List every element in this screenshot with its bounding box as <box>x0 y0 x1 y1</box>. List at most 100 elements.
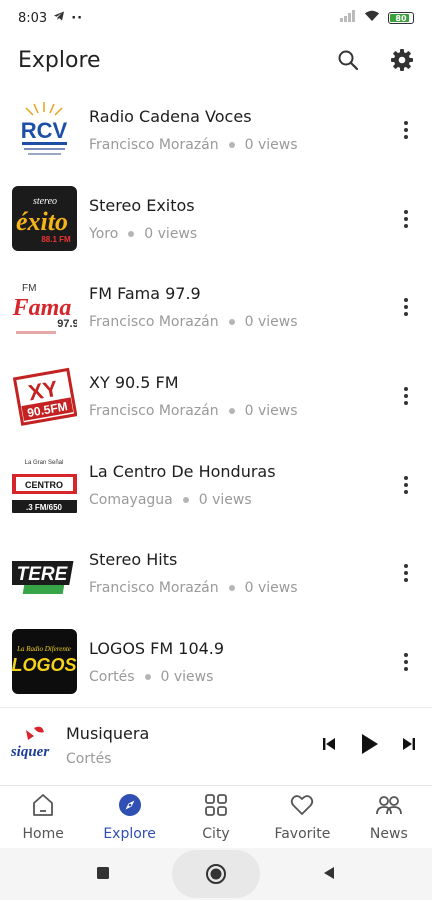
station-location: Francisco Morazán <box>89 314 219 331</box>
more-options-icon[interactable] <box>398 118 414 142</box>
mini-player[interactable]: siquer Musiquera Cortés <box>0 707 432 783</box>
station-name: Stereo Exitos <box>89 195 195 215</box>
station-name: La Centro De Honduras <box>89 461 276 481</box>
station-logo: TERE <box>12 540 77 606</box>
player-title: Musiquera <box>66 724 150 743</box>
bottom-nav: Home Explore City Favorite News <box>0 785 432 848</box>
svg-text:RCV: RCV <box>21 118 68 143</box>
system-home-button[interactable] <box>172 850 260 898</box>
list-item[interactable]: RCV Radio Cadena Voces Francisco Morazán… <box>0 86 432 175</box>
list-item[interactable]: stereo éxito 88.1 FM Stereo Exitos Yoro … <box>0 175 432 264</box>
svg-text:CENTRO: CENTRO <box>25 480 63 490</box>
system-nav-bar <box>0 848 432 900</box>
more-options-icon[interactable] <box>398 561 414 585</box>
separator-dot <box>182 496 189 503</box>
app-bar: Explore <box>0 36 432 84</box>
list-item[interactable]: TERE Stereo Hits Francisco Morazán 0 vie… <box>0 529 432 618</box>
station-location: Yoro <box>89 225 119 242</box>
search-icon[interactable] <box>336 48 360 72</box>
skip-next-icon[interactable] <box>400 735 418 757</box>
station-views: 0 views <box>144 225 198 242</box>
gear-icon[interactable] <box>390 48 414 72</box>
people-icon <box>375 792 403 822</box>
separator-dot <box>128 230 135 237</box>
more-options-icon[interactable] <box>398 384 414 408</box>
station-views: 0 views <box>198 491 252 508</box>
station-views: 0 views <box>160 668 214 685</box>
skip-previous-icon[interactable] <box>320 735 338 757</box>
station-views: 0 views <box>244 403 298 420</box>
more-options-icon[interactable] <box>398 295 414 319</box>
station-logo: La Radio Diferente LOGOS <box>12 629 77 695</box>
player-logo: siquer <box>8 722 56 770</box>
back-icon[interactable] <box>322 865 336 884</box>
nav-item-news[interactable]: News <box>346 786 432 848</box>
svg-text:LOGOS: LOGOS <box>12 655 77 675</box>
station-name: Stereo Hits <box>89 550 178 570</box>
list-item[interactable]: La Gran Señal CENTRO .3 FM/650 La Centro… <box>0 440 432 529</box>
svg-text:.3 FM/650: .3 FM/650 <box>26 503 63 512</box>
more-options-icon[interactable] <box>398 473 414 497</box>
wifi-icon <box>364 10 380 26</box>
station-location: Francisco Morazán <box>89 580 219 597</box>
svg-text:éxito: éxito <box>16 207 68 236</box>
station-location: Cortés <box>89 668 135 685</box>
nav-label: News <box>369 826 408 842</box>
svg-text:stereo: stereo <box>33 196 57 207</box>
separator-dot <box>228 585 235 592</box>
signal-icon <box>340 10 356 26</box>
play-icon[interactable] <box>356 731 382 761</box>
nav-item-home[interactable]: Home <box>0 786 86 848</box>
separator-dot <box>228 319 235 326</box>
home-icon <box>30 792 56 822</box>
station-logo: XY 90.5FM <box>12 363 77 429</box>
station-name: LOGOS FM 104.9 <box>89 638 225 658</box>
station-logo: La Gran Señal CENTRO .3 FM/650 <box>12 452 77 518</box>
nav-label: Favorite <box>274 826 331 842</box>
svg-text:siquer: siquer <box>10 744 50 760</box>
more-options-icon[interactable] <box>398 650 414 674</box>
status-time: 8:03 <box>18 10 48 26</box>
station-name: FM Fama 97.9 <box>89 284 201 304</box>
station-logo: stereo éxito 88.1 FM <box>12 186 77 252</box>
station-name: XY 90.5 FM <box>89 373 179 393</box>
compass-icon <box>117 792 143 822</box>
station-name: Radio Cadena Voces <box>89 107 252 127</box>
station-logo: FM Fama 97.9 <box>12 274 77 340</box>
svg-text:TERE: TERE <box>17 564 69 585</box>
station-views: 0 views <box>244 137 298 154</box>
page-title: Explore <box>18 47 101 73</box>
status-dots: ·· <box>71 10 84 26</box>
station-location: Comayagua <box>89 491 173 508</box>
nav-item-explore[interactable]: Explore <box>86 786 172 848</box>
player-subtitle: Cortés <box>66 751 112 767</box>
station-views: 0 views <box>244 580 298 597</box>
svg-text:La Radio Diferente: La Radio Diferente <box>16 645 71 653</box>
station-list: RCV Radio Cadena Voces Francisco Morazán… <box>0 86 432 706</box>
svg-text:La Gran Señal: La Gran Señal <box>25 460 64 466</box>
grid-icon <box>203 792 229 822</box>
list-item[interactable]: XY 90.5FM XY 90.5 FM Francisco Morazán 0… <box>0 352 432 441</box>
station-logo: RCV <box>12 97 77 163</box>
svg-text:97.9: 97.9 <box>57 318 77 330</box>
nav-label: City <box>202 826 230 842</box>
station-location: Francisco Morazán <box>89 403 219 420</box>
nav-label: Explore <box>103 826 156 842</box>
separator-dot <box>228 142 235 149</box>
telegram-icon <box>53 10 65 26</box>
svg-text:88.1 FM: 88.1 FM <box>41 235 71 244</box>
battery-icon: 80 <box>388 12 414 24</box>
station-views: 0 views <box>244 314 298 331</box>
separator-dot <box>144 673 151 680</box>
nav-item-city[interactable]: City <box>173 786 259 848</box>
more-options-icon[interactable] <box>398 207 414 231</box>
separator-dot <box>228 408 235 415</box>
list-item[interactable]: La Radio Diferente LOGOS LOGOS FM 104.9 … <box>0 618 432 707</box>
nav-label: Home <box>22 826 64 842</box>
nav-item-favorite[interactable]: Favorite <box>259 786 345 848</box>
svg-text:FM: FM <box>22 283 36 294</box>
heart-icon <box>289 792 315 822</box>
recents-icon[interactable] <box>96 865 110 884</box>
station-location: Francisco Morazán <box>89 137 219 154</box>
list-item[interactable]: FM Fama 97.9 FM Fama 97.9 Francisco Mora… <box>0 263 432 352</box>
